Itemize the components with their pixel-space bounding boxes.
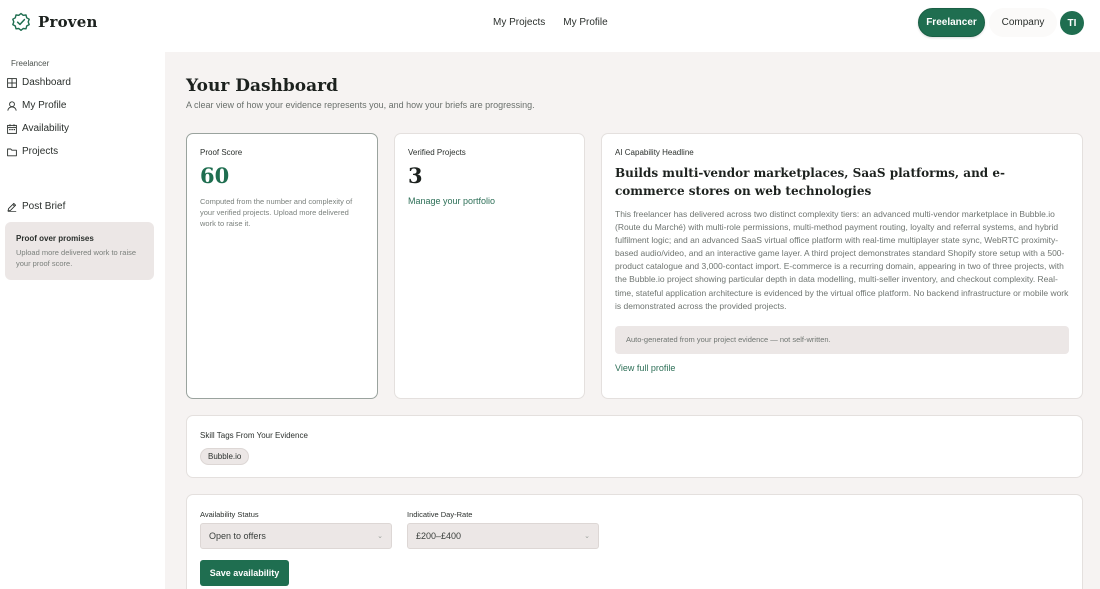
freelancer-mode-button[interactable]: Freelancer	[918, 8, 985, 37]
mode-toggle: Freelancer Company	[918, 8, 1057, 37]
availability-status-value: Open to offers	[209, 531, 266, 541]
sidebar-item-label: Availability	[22, 123, 70, 134]
chevron-down-icon: ⌄	[377, 533, 383, 540]
proof-score-value: 60	[200, 163, 230, 188]
proof-score-card: Proof Score 60 Computed from the number …	[186, 133, 378, 399]
view-full-profile-link[interactable]: View full profile	[615, 363, 1069, 373]
badge-check-icon	[12, 12, 30, 31]
skill-tags-label: Skill Tags From Your Evidence	[200, 431, 308, 440]
skill-tags-card: Skill Tags From Your Evidence Bubble.io	[186, 415, 1083, 478]
sidebar-item-my-profile[interactable]: My Profile	[7, 100, 66, 111]
sidebar-section-label: Freelancer	[11, 59, 50, 68]
top-nav: My Projects My Profile	[493, 17, 608, 28]
sidebar: Freelancer Dashboard My Profile Availabi…	[0, 46, 165, 589]
top-bar: Proven My Projects My Profile Freelancer…	[0, 0, 1100, 46]
verified-projects-value: 3	[408, 163, 423, 188]
company-mode-button[interactable]: Company	[989, 8, 1057, 37]
ai-capability-label: AI Capability Headline	[615, 148, 694, 157]
sidebar-item-label: Dashboard	[22, 77, 71, 88]
calendar-icon	[7, 123, 17, 134]
sidebar-item-dashboard[interactable]: Dashboard	[7, 77, 71, 88]
grid-icon	[7, 77, 17, 88]
page-subtitle: A clear view of how your evidence repres…	[186, 100, 535, 110]
sidebar-item-label: Projects	[22, 146, 59, 157]
promo-text: Upload more delivered work to raise your…	[16, 248, 137, 268]
sidebar-item-post-brief[interactable]: Post Brief	[7, 201, 65, 212]
day-rate-select[interactable]: £200–£400 ⌄	[407, 523, 599, 549]
nav-my-projects[interactable]: My Projects	[493, 17, 545, 28]
main-content: Your Dashboard A clear view of how your …	[165, 52, 1100, 589]
proof-score-description: Computed from the number and complexity …	[200, 197, 353, 228]
availability-status-field: Availability Status Open to offers ⌄	[200, 510, 392, 549]
pen-icon	[7, 202, 17, 212]
proof-score-label: Proof Score	[200, 148, 243, 157]
page-title: Your Dashboard	[186, 76, 339, 96]
verified-projects-label: Verified Projects	[408, 148, 466, 157]
brand-name: Proven	[38, 13, 98, 31]
nav-my-profile[interactable]: My Profile	[563, 17, 607, 28]
manage-portfolio-link[interactable]: Manage your portfolio	[408, 196, 571, 206]
save-availability-button[interactable]: Save availability	[200, 560, 289, 586]
availability-card: Availability Status Open to offers ⌄ Ind…	[186, 494, 1083, 589]
folder-icon	[7, 148, 17, 156]
ai-capability-headline: Builds multi-vendor marketplaces, SaaS p…	[615, 166, 1005, 198]
day-rate-value: £200–£400	[416, 531, 462, 541]
promo-title: Proof over promises	[16, 234, 94, 243]
proof-promo-card: Proof over promises Upload more delivere…	[5, 222, 154, 280]
sidebar-item-projects[interactable]: Projects	[7, 146, 58, 157]
verified-projects-card: Verified Projects 3 Manage your portfoli…	[394, 133, 585, 399]
chevron-down-icon: ⌄	[584, 533, 590, 540]
user-icon	[7, 100, 17, 111]
day-rate-label: Indicative Day-Rate	[407, 510, 473, 519]
ai-capability-body: This freelancer has delivered across two…	[615, 209, 1069, 311]
ai-capability-card: AI Capability Headline Builds multi-vend…	[601, 133, 1083, 399]
sidebar-item-label: My Profile	[22, 100, 67, 111]
skill-tag: Bubble.io	[200, 448, 250, 465]
sidebar-item-label: Post Brief	[22, 201, 66, 212]
availability-status-select[interactable]: Open to offers ⌄	[200, 523, 392, 549]
sidebar-item-availability[interactable]: Availability	[7, 123, 69, 134]
avatar[interactable]: TI	[1060, 11, 1084, 35]
day-rate-field: Indicative Day-Rate £200–£400 ⌄	[407, 510, 599, 549]
brand[interactable]: Proven	[11, 12, 98, 32]
auto-generated-note: Auto-generated from your project evidenc…	[615, 325, 1069, 354]
availability-status-label: Availability Status	[200, 510, 259, 519]
